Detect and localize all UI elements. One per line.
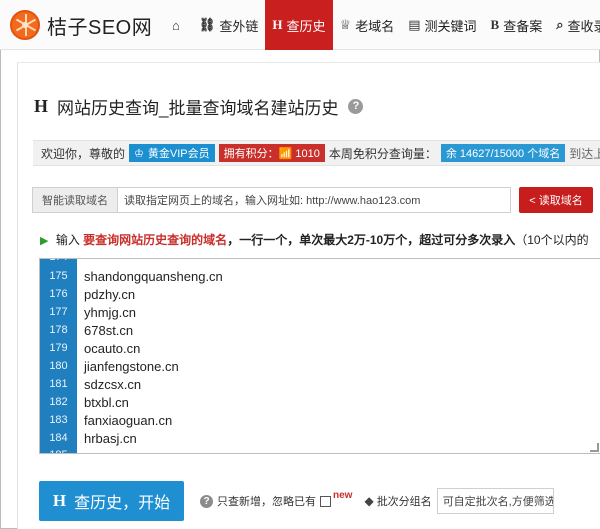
vip-badge[interactable]: ♔ 黄金VIP会员 (129, 144, 215, 162)
nav-backlinks[interactable]: ⛓ 查外链 (192, 0, 266, 50)
start-button-label: 查历史，开始 (74, 495, 171, 512)
instruction-part: 输入 (55, 233, 80, 247)
vip-badge-label: 黄金VIP会员 (147, 148, 210, 160)
quota-badge: 余 14627/15000 个域名 (440, 144, 566, 162)
quota-text: 本周免积分查询量： (328, 146, 437, 161)
nav-label: 老域名 (355, 18, 395, 34)
search-icon: ⌕ (556, 17, 564, 32)
nav-label: 查收录 (567, 18, 600, 34)
read-domains-button[interactable]: < 读取域名 (519, 187, 593, 213)
brand-name: 桔子SEO网 (47, 16, 153, 39)
list-item: 176 pdzhy.cn (49, 286, 136, 302)
action-bar: H 查历史，开始 ? 只查新增，忽略已有 new ◆ 批次分组名 可自定批次名,… (39, 481, 600, 521)
page-title: H 网站历史查询_批量查询域名建站历史 ? (34, 94, 364, 119)
list-item: 185 (40, 446, 580, 453)
history-h-icon: H (272, 17, 283, 32)
trophy-icon: ♕ (339, 17, 352, 32)
crown-icon: ♔ (134, 147, 144, 160)
start-history-button[interactable]: H 查历史，开始 (39, 481, 184, 521)
welcome-text: 欢迎你，尊敬的 (41, 146, 126, 161)
points-badge[interactable]: 拥有积分：📶 1010 (218, 144, 325, 162)
document-icon: ▤ (408, 17, 421, 32)
main-content: H 网站历史查询_批量查询域名建站历史 ? 欢迎你，尊敬的 ♔ 黄金VIP会员 … (17, 62, 600, 529)
orange-logo-icon (10, 10, 40, 40)
nav-old-domains[interactable]: ♕ 老域名 (333, 0, 402, 50)
instruction-highlight: 要查询网站历史查询的域名 (83, 233, 228, 247)
nav-label: 查备案 (503, 18, 543, 34)
list-item: 182 btxbl.cn (49, 394, 129, 410)
nav-index[interactable]: ⌕ 查收录 (549, 0, 600, 50)
instruction-part: （10个以内的 (515, 233, 589, 247)
main-nav: ⌂ ⛓ 查外链 H 查历史 ♕ 老域名 ▤ 测关键词 B 查备案 ⌕ 查收录 (164, 0, 600, 50)
home-icon: ⌂ (172, 17, 180, 33)
nav-icp[interactable]: B 查备案 (484, 0, 550, 50)
play-arrow-icon: ▶ (40, 235, 49, 247)
list-item: 174 (40, 259, 580, 266)
domain-textarea[interactable]: 174 175shandongquansheng.cn 176pdzhy.cn … (39, 258, 600, 454)
group-name-input[interactable]: 可自定批次名,方便筛选 (436, 488, 554, 514)
link-icon: ⛓ (198, 17, 216, 32)
page-title-text: 网站历史查询_批量查询域名建站历史 (57, 99, 339, 118)
group-label: 批次分组名 (376, 496, 432, 508)
nav-label: 测关键词 (424, 18, 477, 34)
top-navigation: 桔子SEO网 ⌂ ⛓ 查外链 H 查历史 ♕ 老域名 ▤ 测关键词 B 查备案 … (0, 0, 600, 50)
logo[interactable]: 桔子SEO网 (10, 9, 152, 41)
resize-handle-icon[interactable] (590, 443, 599, 452)
limit-text: 到达上限 (569, 146, 600, 161)
tag-icon: ◆ (364, 494, 374, 508)
list-item: 178 678st.cn (49, 322, 134, 338)
url-reader: 智能读取域名 读取指定网页上的域名，输入网址如: http://www.hao1… (32, 187, 600, 213)
url-reader-label: 智能读取域名 (32, 187, 118, 213)
history-h-icon: H (34, 96, 49, 116)
welcome-bar: 欢迎你，尊敬的 ♔ 黄金VIP会员 拥有积分：📶 1010 本周免积分查询量： … (33, 140, 600, 166)
nav-home[interactable]: ⌂ (164, 0, 192, 50)
nav-label: 查历史 (286, 18, 326, 34)
help-icon[interactable]: ? (200, 494, 213, 508)
list-item: 181 sdzcsx.cn (49, 376, 142, 392)
list-item: 184 hrbasj.cn (49, 430, 137, 446)
nav-history[interactable]: H 查历史 (265, 0, 333, 50)
only-new-label: 只查新增，忽略已有 (217, 496, 316, 508)
list-item: 177 yhmjg.cn (49, 304, 137, 320)
url-input[interactable]: 读取指定网页上的域名，输入网址如: http://www.hao123.com (118, 187, 511, 213)
new-tag: new (333, 489, 353, 501)
list-item: 175 shandongquansheng.cn (49, 268, 223, 284)
list-item: 183 fanxiaoguan.cn (49, 412, 173, 428)
help-icon[interactable]: ? (348, 99, 364, 114)
list-item: 180 jianfengstone.cn (49, 358, 179, 374)
input-instruction: ▶ 输入 要查询网站历史查询的域名，一行一个，单次最大2万-10万个，超过可分多… (40, 231, 600, 248)
list-item: 179 ocauto.cn (49, 340, 141, 356)
history-h-icon: H (52, 491, 67, 510)
nav-keywords[interactable]: ▤ 测关键词 (401, 0, 483, 50)
instruction-part: ，一行一个，单次最大2万-10万个，超过可分多次录入 (227, 233, 516, 247)
only-new-checkbox[interactable] (320, 495, 331, 507)
b-icon: B (490, 17, 500, 32)
nav-label: 查外链 (219, 18, 259, 34)
